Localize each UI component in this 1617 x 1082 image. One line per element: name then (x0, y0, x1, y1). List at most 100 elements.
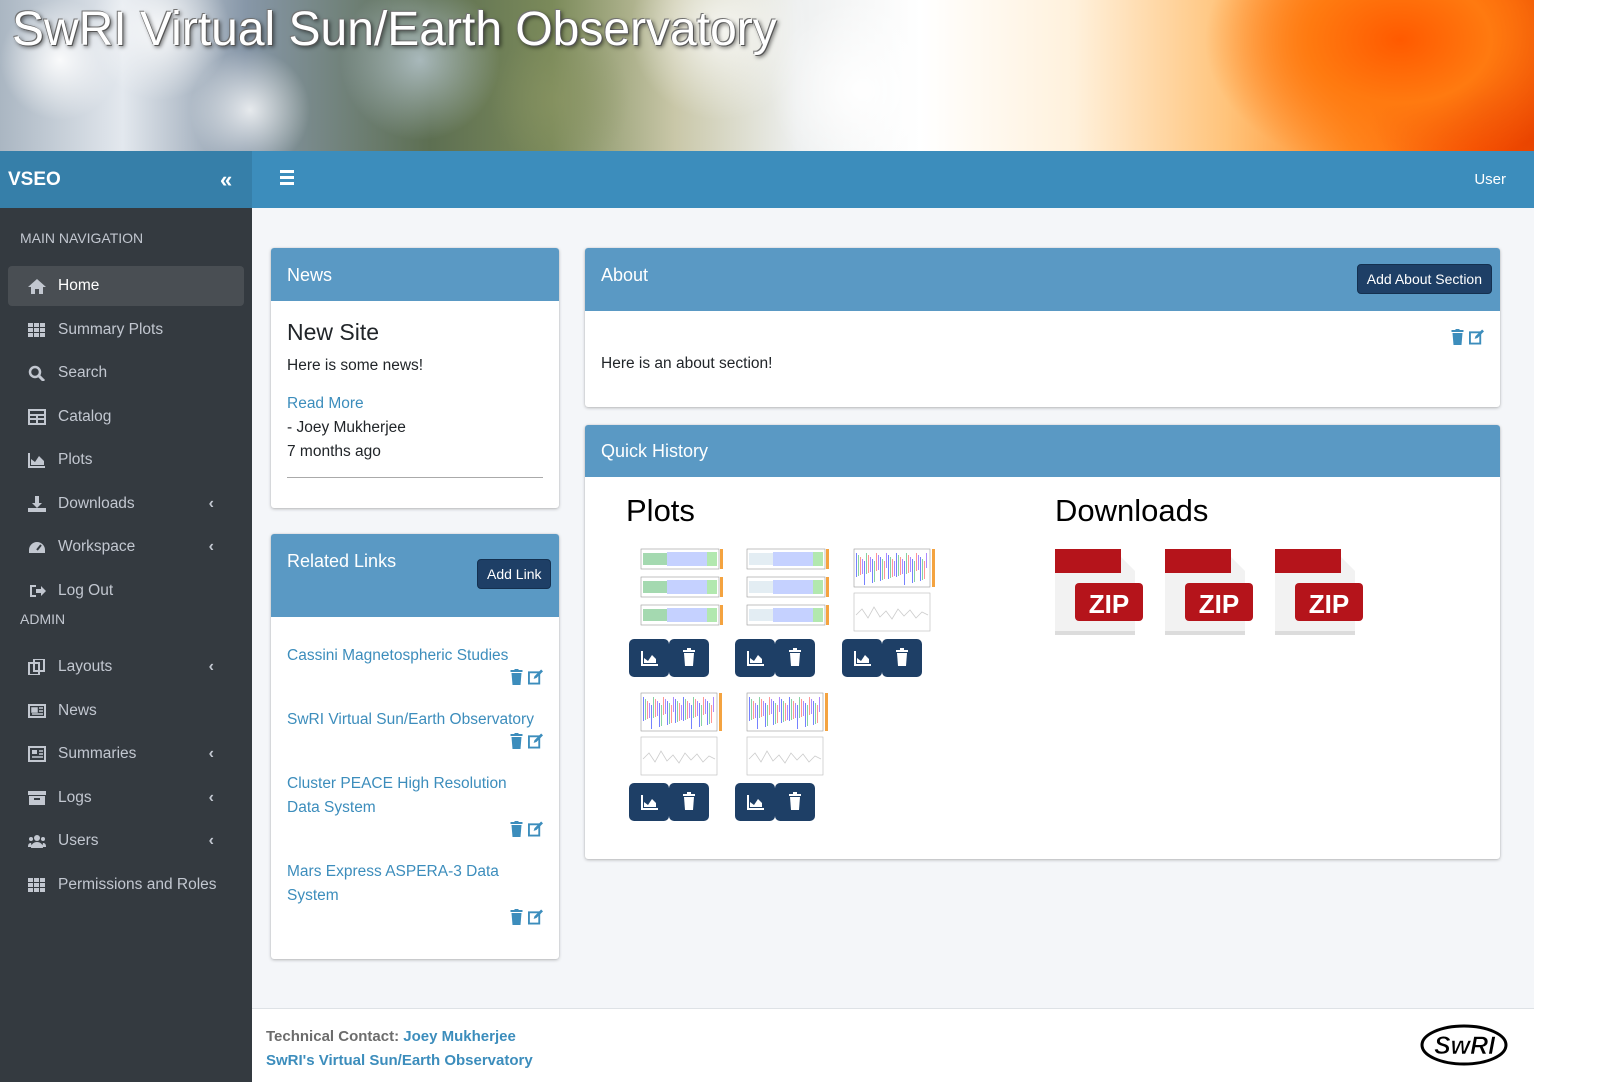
chevron-left-icon: ‹ (208, 832, 214, 849)
area-chart-icon (641, 795, 658, 810)
area-chart-icon (28, 453, 45, 468)
sidebar-item-workspace[interactable]: Workspace ‹ (8, 527, 244, 567)
delete-plot-button[interactable] (669, 783, 709, 821)
admin-header: ADMIN (20, 611, 66, 627)
sidebar-item-summaries[interactable]: Summaries ‹ (8, 734, 244, 774)
dashboard-icon (29, 542, 45, 553)
trash-icon[interactable] (509, 820, 524, 837)
related-link[interactable]: SwRI Virtual Sun/Earth Observatory (287, 708, 543, 732)
zip-label: ZIP (1089, 589, 1129, 619)
trash-icon (683, 648, 695, 666)
trash-icon[interactable] (1450, 328, 1465, 345)
view-plot-button[interactable] (735, 783, 775, 821)
related-links-card: Related Links Add Link Cassini Magnetosp… (271, 534, 559, 959)
about-title: About (601, 265, 649, 285)
sidebar-item-search[interactable]: Search (8, 353, 244, 393)
users-icon (28, 835, 46, 848)
news-card-header: News (271, 248, 559, 301)
quick-history-card: Quick History Plots Downloads ZIP ZIP ZI… (585, 425, 1500, 859)
sidebar-item-summary-plots[interactable]: Summary Plots (8, 310, 244, 350)
zip-label: ZIP (1309, 589, 1349, 619)
newspaper-icon (28, 703, 46, 718)
trash-icon[interactable] (509, 908, 524, 925)
edit-icon[interactable] (528, 733, 543, 749)
edit-icon[interactable] (528, 669, 543, 685)
link-actions (287, 820, 543, 842)
banner-title: SwRI Virtual Sun/Earth Observatory (12, 3, 777, 56)
trash-icon[interactable] (509, 668, 524, 685)
footer-contact-name[interactable]: Joey Mukherjee (403, 1028, 516, 1045)
related-links-title: Related Links (287, 551, 397, 571)
zip-download-icon[interactable]: ZIP (1051, 547, 1143, 639)
edit-icon[interactable] (1469, 329, 1484, 345)
sidebar-item-label: Summaries (58, 745, 137, 762)
footer-contact-label: Technical Contact: (266, 1028, 400, 1045)
area-chart-icon (641, 651, 658, 666)
sidebar-item-label: Search (58, 364, 108, 381)
plot-thumbnail[interactable] (629, 687, 727, 787)
main-content: News New Site Here is some news! Read Mo… (252, 208, 1534, 1008)
edit-icon[interactable] (528, 909, 543, 925)
sidebar-item-log-out[interactable]: Log Out (8, 571, 244, 611)
quick-history-header: Quick History (585, 425, 1500, 477)
downloads-heading: Downloads (1055, 493, 1209, 528)
edit-icon[interactable] (528, 821, 543, 837)
zip-download-icon[interactable]: ZIP (1271, 547, 1363, 639)
sidebar-item-downloads[interactable]: Downloads ‹ (8, 484, 244, 524)
link-actions (287, 732, 543, 754)
delete-plot-button[interactable] (775, 639, 815, 677)
view-plot-button[interactable] (735, 639, 775, 677)
related-link[interactable]: Cluster PEACE High Resolution Data Syste… (287, 772, 543, 820)
view-plot-button[interactable] (629, 783, 669, 821)
sidebar-item-home[interactable]: Home (8, 266, 244, 306)
related-link-item: Cassini Magnetospheric Studies (287, 644, 543, 690)
delete-plot-button[interactable] (882, 639, 922, 677)
view-plot-button[interactable] (629, 639, 669, 677)
chevron-left-icon: ‹ (208, 745, 214, 762)
hamburger-menu-icon[interactable] (280, 170, 294, 188)
trash-icon (683, 792, 695, 810)
links-list: Cassini Magnetospheric Studies SwRI Virt… (271, 617, 559, 930)
trash-icon[interactable] (509, 732, 524, 749)
sidebar-item-news[interactable]: News (8, 691, 244, 731)
news-card: News New Site Here is some news! Read Mo… (271, 248, 559, 508)
delete-plot-button[interactable] (669, 639, 709, 677)
add-about-section-button[interactable]: Add About Section (1356, 264, 1492, 294)
site-banner: SwRI Virtual Sun/Earth Observatory (0, 0, 1534, 151)
related-link[interactable]: Mars Express ASPERA-3 Data System (287, 860, 543, 908)
search-icon (28, 365, 46, 381)
sidebar-item-logs[interactable]: Logs ‹ (8, 778, 244, 818)
view-plot-button[interactable] (842, 639, 882, 677)
related-link-item: SwRI Virtual Sun/Earth Observatory (287, 708, 543, 754)
plot-thumbnail[interactable] (735, 687, 833, 787)
sidebar-item-users[interactable]: Users ‹ (8, 821, 244, 861)
sign-out-icon (30, 584, 46, 597)
news-author: - Joey Mukherjee (287, 419, 406, 436)
plot-thumbnail[interactable] (629, 543, 727, 643)
read-more-link[interactable]: Read More (287, 392, 543, 416)
summary-icon (28, 746, 46, 762)
table-icon (28, 408, 46, 425)
add-link-button[interactable]: Add Link (477, 559, 552, 589)
sidebar-item-plots[interactable]: Plots (8, 440, 244, 480)
brand-logo[interactable]: VSEO (0, 151, 252, 208)
svg-text:SwRI: SwRI (1434, 1032, 1496, 1060)
news-divider (287, 477, 543, 478)
sidebar-item-layouts[interactable]: Layouts ‹ (8, 647, 244, 687)
main-nav-list: Home Summary Plots Search Catalog Plots Downl… (0, 266, 252, 611)
user-menu[interactable]: User (1474, 151, 1506, 208)
sidebar-item-catalog[interactable]: Catalog (8, 397, 244, 437)
plot-thumbnail[interactable] (735, 543, 833, 643)
zip-label: ZIP (1199, 589, 1239, 619)
footer-site-link[interactable]: SwRI's Virtual Sun/Earth Observatory (266, 1052, 533, 1069)
news-time: 7 months ago (287, 443, 381, 460)
double-chevron-left-icon[interactable]: « (220, 151, 232, 208)
trash-icon (789, 792, 801, 810)
sidebar-item-label: Users (58, 832, 99, 849)
zip-download-icon[interactable]: ZIP (1161, 547, 1253, 639)
related-link[interactable]: Cassini Magnetospheric Studies (287, 644, 543, 668)
sidebar-item-permissions-and-roles[interactable]: Permissions and Roles (8, 865, 244, 905)
sidebar: MAIN NAVIGATION Home Summary Plots Search C… (0, 208, 252, 1082)
plot-thumbnail[interactable] (842, 543, 940, 643)
delete-plot-button[interactable] (775, 783, 815, 821)
